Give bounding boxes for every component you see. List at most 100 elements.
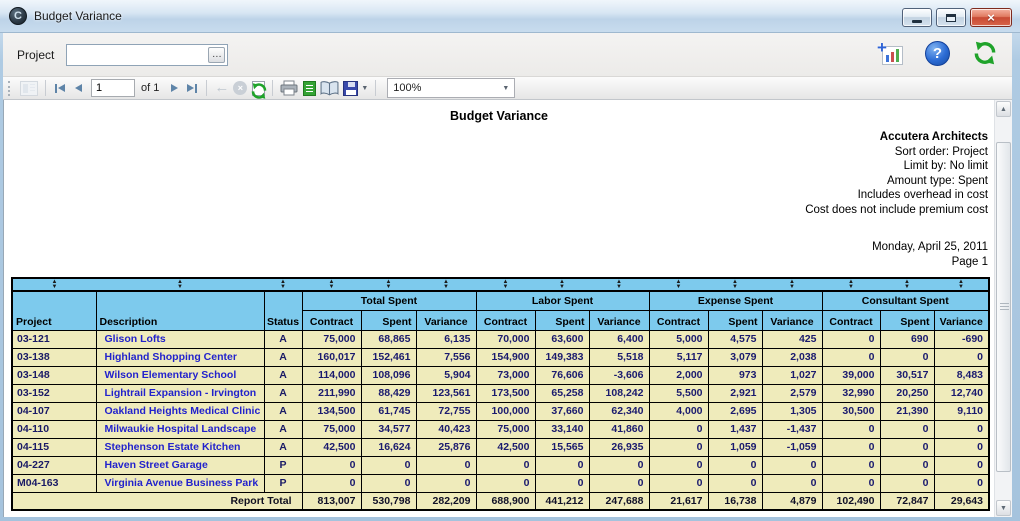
scrollbar-thumb[interactable] [996, 142, 1011, 472]
maximize-button[interactable] [936, 8, 966, 27]
last-page-button[interactable] [183, 78, 201, 98]
amount-cell: 0 [762, 474, 822, 492]
column-sort-control[interactable]: ▲▼ [649, 278, 708, 291]
first-page-button[interactable] [51, 78, 69, 98]
back-arrow-icon: ← [214, 81, 229, 95]
column-sort-control[interactable]: ▲▼ [880, 278, 934, 291]
toolbar-separator [272, 80, 273, 96]
amount-cell: 0 [476, 474, 535, 492]
amount-cell: 0 [934, 474, 989, 492]
description-link[interactable]: Highland Shopping Center [96, 348, 264, 366]
amount-cell: 2,921 [708, 384, 762, 402]
amount-cell: 16,624 [361, 438, 416, 456]
column-sort-control[interactable]: ▲▼ [822, 278, 880, 291]
column-header-description: Description [96, 291, 264, 330]
scroll-up-button[interactable]: ▲ [996, 101, 1011, 117]
help-button[interactable]: ? [925, 41, 950, 66]
amount-cell: 2,579 [762, 384, 822, 402]
amount-cell: 4,000 [649, 402, 708, 420]
page-number-input[interactable] [91, 79, 135, 97]
refresh-page-icon [252, 81, 265, 96]
sort-desc-icon: ▼ [732, 285, 738, 290]
description-link[interactable]: Oakland Heights Medical Clinic [96, 402, 264, 420]
amount-cell: 61,745 [361, 402, 416, 420]
column-sort-control[interactable]: ▲▼ [589, 278, 649, 291]
amount-cell: 211,990 [302, 384, 361, 402]
sub-header-spent: Spent [708, 310, 762, 330]
project-input[interactable] [66, 44, 228, 66]
column-sort-control[interactable]: ▲▼ [762, 278, 822, 291]
column-sort-control[interactable]: ▲▼ [416, 278, 476, 291]
refresh-report-button[interactable] [249, 78, 267, 98]
sub-header-spent: Spent [361, 310, 416, 330]
sort-row: ▲▼▲▼▲▼▲▼▲▼▲▼▲▼▲▼▲▼▲▼▲▼▲▼▲▼▲▼▲▼ [12, 278, 989, 291]
report-info-block: Accutera Architects Sort order: ProjectL… [4, 130, 988, 217]
column-sort-control[interactable]: ▲▼ [302, 278, 361, 291]
amount-cell: 6,135 [416, 330, 476, 348]
description-link[interactable]: Virginia Avenue Business Park [96, 474, 264, 492]
description-link[interactable]: Glison Lofts [96, 330, 264, 348]
first-page-icon [58, 84, 65, 92]
column-sort-control[interactable]: ▲▼ [12, 278, 96, 291]
description-link[interactable]: Wilson Elementary School [96, 366, 264, 384]
project-id-cell: 03-138 [12, 348, 96, 366]
scroll-down-icon: ▼ [1000, 505, 1007, 512]
project-field-wrap: … [66, 44, 228, 66]
column-sort-control[interactable]: ▲▼ [96, 278, 264, 291]
amount-cell: 152,461 [361, 348, 416, 366]
description-link[interactable]: Lightrail Expansion - Irvington [96, 384, 264, 402]
sort-desc-icon: ▼ [280, 285, 286, 290]
scroll-down-button[interactable]: ▼ [996, 500, 1011, 516]
amount-cell: 0 [476, 456, 535, 474]
amount-cell: 30,517 [880, 366, 934, 384]
column-sort-control[interactable]: ▲▼ [476, 278, 535, 291]
document-map-button[interactable] [18, 78, 40, 98]
description-link[interactable]: Milwaukie Hospital Landscape [96, 420, 264, 438]
export-button[interactable]: ▼ [341, 78, 370, 98]
project-id-cell: 04-115 [12, 438, 96, 456]
amount-cell: 7,556 [416, 348, 476, 366]
minimize-icon [912, 20, 922, 23]
sort-desc-icon: ▼ [386, 285, 392, 290]
report-total-row: Report Total 813,007530,798282,209688,90… [12, 492, 989, 510]
column-sort-control[interactable]: ▲▼ [361, 278, 416, 291]
report-total-amount-cell: 29,643 [934, 492, 989, 510]
print-button[interactable] [278, 78, 300, 98]
close-icon: × [987, 10, 995, 26]
description-link[interactable]: Stephenson Estate Kitchen [96, 438, 264, 456]
column-sort-control[interactable]: ▲▼ [708, 278, 762, 291]
status-cell: A [264, 438, 302, 456]
toolbar-grip-handle[interactable] [8, 81, 13, 96]
amount-cell: 75,000 [302, 330, 361, 348]
table-row: 03-138Highland Shopping CenterA160,01715… [12, 348, 989, 366]
next-page-button[interactable] [165, 78, 183, 98]
description-link[interactable]: Haven Street Garage [96, 456, 264, 474]
sort-desc-icon: ▼ [443, 285, 449, 290]
sub-header-contract: Contract [649, 310, 708, 330]
minimize-button[interactable] [902, 8, 932, 27]
report-area: Budget Variance Accutera Architects Sort… [3, 100, 1012, 517]
project-browse-button[interactable]: … [208, 47, 225, 63]
report-info-lines: Sort order: ProjectLimit by: No limitAmo… [4, 145, 988, 218]
zoom-select[interactable]: 100% ▼ [387, 78, 515, 98]
column-sort-control[interactable]: ▲▼ [264, 278, 302, 291]
previous-page-button[interactable] [69, 78, 87, 98]
amount-cell: 108,096 [361, 366, 416, 384]
add-chart-button[interactable]: + [877, 41, 903, 65]
column-sort-control[interactable]: ▲▼ [535, 278, 589, 291]
close-button[interactable]: × [970, 8, 1012, 27]
stop-button[interactable]: × [231, 78, 249, 98]
amount-cell: 63,600 [535, 330, 589, 348]
company-name: Accutera Architects [4, 130, 988, 145]
amount-cell: 76,606 [535, 366, 589, 384]
amount-cell: 0 [822, 474, 880, 492]
report-total-amount-cell: 16,738 [708, 492, 762, 510]
page-setup-button[interactable] [318, 78, 341, 98]
status-cell: A [264, 330, 302, 348]
refresh-button[interactable] [972, 40, 998, 66]
column-sort-control[interactable]: ▲▼ [934, 278, 989, 291]
amount-cell: 73,000 [476, 366, 535, 384]
amount-cell: 33,140 [535, 420, 589, 438]
back-button[interactable]: ← [212, 78, 231, 98]
print-layout-button[interactable] [300, 78, 318, 98]
